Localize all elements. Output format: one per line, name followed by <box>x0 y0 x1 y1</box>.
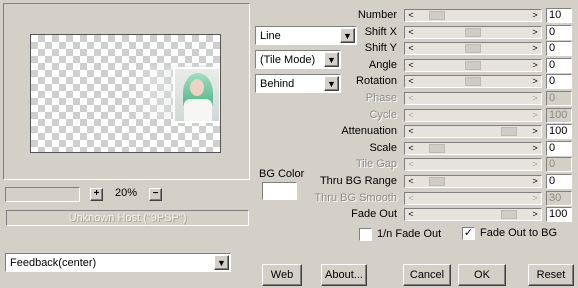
cancel-button[interactable]: Cancel <box>403 264 451 286</box>
about-button[interactable]: About... <box>321 264 367 286</box>
param-label: Phase <box>365 92 397 104</box>
chevron-left-icon: < <box>408 159 414 169</box>
chevron-left-icon[interactable]: < <box>405 27 417 38</box>
feedback-select[interactable]: Feedback(center) ▼ <box>5 253 231 272</box>
chevron-right-icon[interactable]: > <box>529 209 541 220</box>
param-value-field[interactable]: 0 <box>546 25 572 40</box>
chevron-right-icon: > <box>532 159 538 169</box>
reset-button[interactable]: Reset <box>528 264 574 286</box>
param-slider[interactable]: < > <box>404 75 542 88</box>
param-slider[interactable]: < > <box>404 175 542 188</box>
chevron-left-icon[interactable]: < <box>405 176 417 187</box>
slider-thumb[interactable] <box>429 11 445 20</box>
param-label: Rotation <box>356 75 397 87</box>
chevron-left-icon[interactable]: < <box>405 60 417 71</box>
param-slider[interactable]: < > <box>404 26 542 39</box>
param-label: Thru BG Smooth <box>314 192 397 204</box>
param-label: Number <box>357 9 397 21</box>
chevron-down-icon[interactable]: ▼ <box>214 255 229 270</box>
host-status-text: Unknown Host ("9PSP") <box>68 212 187 224</box>
chevron-left-icon[interactable]: < <box>405 10 417 21</box>
preview-canvas[interactable] <box>30 34 221 153</box>
zoom-in-button[interactable]: + <box>90 188 103 201</box>
feedback-select-value: Feedback(center) <box>10 257 97 269</box>
param-slider[interactable]: < > <box>404 125 542 138</box>
chevron-right-icon[interactable]: > <box>529 143 541 154</box>
param-label: Fade Out <box>351 208 397 220</box>
chevron-left-icon[interactable]: < <box>405 126 417 137</box>
slider-thumb[interactable] <box>465 61 481 70</box>
param-label: Attenuation <box>341 125 397 137</box>
chevron-left-icon: < <box>408 93 414 103</box>
slider-thumb[interactable] <box>465 44 481 53</box>
checkbox-label: 1/n Fade Out <box>377 228 442 240</box>
param-label: Angle <box>368 59 397 71</box>
param-value-field[interactable]: 0 <box>546 174 572 189</box>
param-label: Tile Gap <box>355 158 397 170</box>
param-label: Shift Y <box>364 42 397 54</box>
slider-thumb[interactable] <box>501 210 517 219</box>
checkbox-label: Fade Out to BG <box>480 227 558 239</box>
chevron-right-icon[interactable]: > <box>529 10 541 21</box>
chevron-right-icon: > <box>532 193 538 203</box>
zoom-out-button[interactable]: − <box>149 188 162 201</box>
chevron-right-icon: > <box>532 93 538 103</box>
param-label: Thru BG Range <box>319 175 397 187</box>
chevron-left-icon[interactable]: < <box>405 76 417 87</box>
param-slider[interactable]: < > <box>404 208 542 221</box>
param-slider: < > <box>404 109 542 122</box>
param-slider: < > <box>404 92 542 105</box>
chevron-left-icon[interactable]: < <box>405 43 417 54</box>
chevron-right-icon[interactable]: > <box>529 27 541 38</box>
param-slider[interactable]: < > <box>404 59 542 72</box>
param-value-field[interactable]: 0 <box>546 58 572 73</box>
param-value-field: 0 <box>546 91 572 106</box>
param-value-field[interactable]: 100 <box>546 124 572 139</box>
chevron-left-icon: < <box>408 110 414 120</box>
param-value-field: 30 <box>546 191 572 206</box>
param-slider[interactable]: < > <box>404 9 542 22</box>
param-value-field: 100 <box>546 108 572 123</box>
chevron-left-icon: < <box>408 193 414 203</box>
param-slider: < > <box>404 192 542 205</box>
ok-button[interactable]: OK <box>458 264 506 286</box>
zoom-scroll-area[interactable] <box>5 187 80 202</box>
param-value-field[interactable]: 0 <box>546 141 572 156</box>
param-label: Scale <box>369 142 397 154</box>
param-value-field[interactable]: 100 <box>546 207 572 222</box>
chevron-right-icon[interactable]: > <box>529 43 541 54</box>
slider-thumb[interactable] <box>465 28 481 37</box>
slider-thumb[interactable] <box>501 127 517 136</box>
chevron-right-icon[interactable]: > <box>529 176 541 187</box>
zoom-value: 20% <box>114 187 138 199</box>
chevron-right-icon[interactable]: > <box>529 126 541 137</box>
checkbox-box[interactable] <box>359 228 372 241</box>
slider-thumb[interactable] <box>429 177 445 186</box>
param-slider[interactable]: < > <box>404 142 542 155</box>
one-n-fade-out-checkbox[interactable]: 1/n Fade Out <box>358 226 441 241</box>
param-value-field: 0 <box>546 157 572 172</box>
preview-image <box>173 67 220 123</box>
slider-thumb[interactable] <box>465 77 481 86</box>
chevron-left-icon[interactable]: < <box>405 209 417 220</box>
chevron-right-icon[interactable]: > <box>529 60 541 71</box>
param-value-field[interactable]: 0 <box>546 41 572 56</box>
param-value-field[interactable]: 0 <box>546 74 572 89</box>
chevron-right-icon: > <box>532 110 538 120</box>
param-slider: < > <box>404 158 542 171</box>
checkbox-box[interactable]: ✓ <box>462 227 475 240</box>
param-slider[interactable]: < > <box>404 42 542 55</box>
param-label: Shift X <box>364 26 397 38</box>
web-button[interactable]: Web <box>262 264 302 286</box>
slider-thumb[interactable] <box>429 144 445 153</box>
param-label: Cycle <box>369 109 397 121</box>
chevron-left-icon[interactable]: < <box>405 143 417 154</box>
chevron-right-icon[interactable]: > <box>529 76 541 87</box>
host-status: Unknown Host ("9PSP") <box>6 210 249 226</box>
param-value-field[interactable]: 10 <box>546 8 572 23</box>
